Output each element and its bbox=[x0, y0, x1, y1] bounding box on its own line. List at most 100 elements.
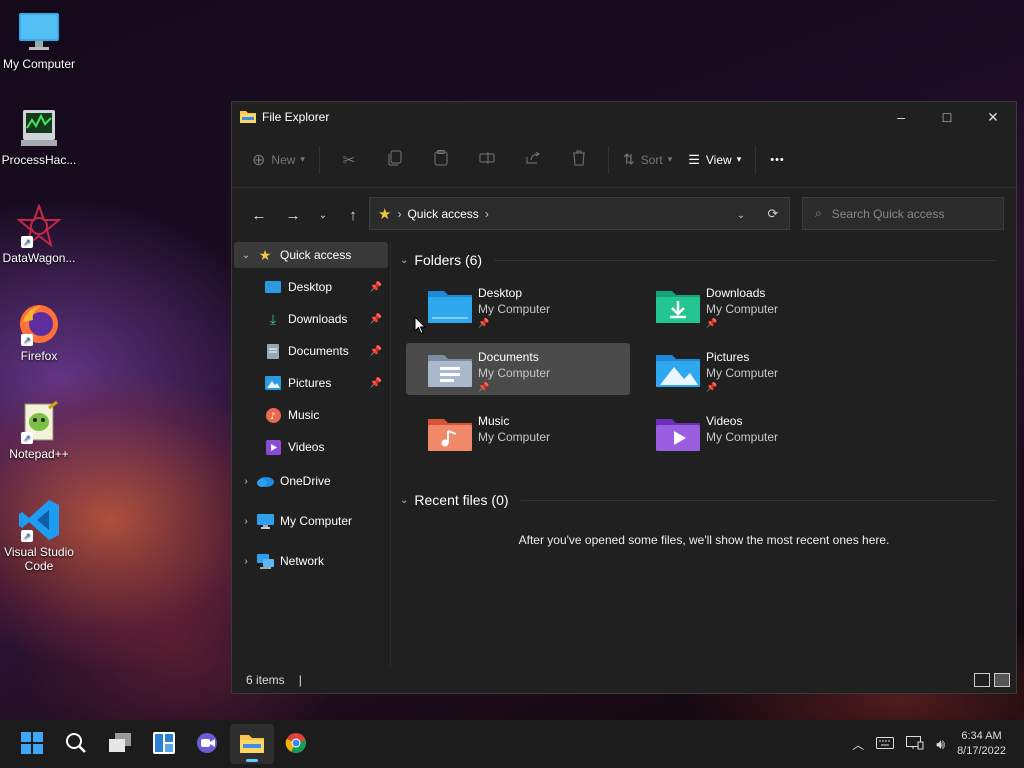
window-title: File Explorer bbox=[262, 110, 330, 124]
rename-icon bbox=[479, 151, 495, 168]
folder-tile-documents[interactable]: Documents My Computer 📌 bbox=[406, 343, 630, 395]
start-button[interactable] bbox=[10, 724, 54, 764]
chevron-right-icon[interactable]: › bbox=[236, 516, 256, 527]
recent-files-section-header[interactable]: ⌄ Recent files (0) bbox=[392, 487, 1016, 513]
rename-button[interactable] bbox=[464, 144, 510, 176]
chevron-down-icon[interactable]: ⌄ bbox=[236, 250, 256, 261]
ellipsis-icon: ••• bbox=[770, 153, 785, 166]
clock-date: 8/17/2022 bbox=[957, 745, 1006, 757]
folders-section-header[interactable]: ⌄ Folders (6) bbox=[392, 247, 1016, 273]
title-bar[interactable]: File Explorer – □ ✕ bbox=[232, 102, 1016, 132]
scissors-icon: ✂ bbox=[342, 151, 356, 169]
up-button[interactable]: ↑ bbox=[336, 200, 370, 230]
maximize-button[interactable]: □ bbox=[924, 102, 970, 132]
sort-button-label: Sort bbox=[640, 152, 663, 167]
sidebar-item-music[interactable]: ♪ Music bbox=[234, 402, 388, 428]
videos-icon bbox=[264, 439, 282, 455]
music-icon: ♪ bbox=[264, 407, 282, 423]
desktop-folder-icon bbox=[264, 279, 282, 295]
folder-tile-downloads[interactable]: Downloads My Computer 📌 bbox=[634, 279, 858, 331]
clipboard-icon bbox=[434, 150, 448, 169]
task-view-button[interactable] bbox=[98, 724, 142, 764]
chevron-down-icon[interactable]: ⌄ bbox=[400, 255, 408, 266]
sidebar-item-quick-access[interactable]: ⌄ ★ Quick access bbox=[234, 242, 388, 268]
process-hacker-icon bbox=[17, 106, 61, 150]
large-icons-view-button[interactable] bbox=[994, 673, 1010, 687]
desktop-icon-notepadpp[interactable]: ↗ Notepad++ bbox=[0, 400, 78, 461]
sidebar-item-onedrive[interactable]: › OneDrive bbox=[234, 468, 388, 494]
sidebar-item-my-computer[interactable]: › My Computer bbox=[234, 508, 388, 534]
toolbar-divider bbox=[607, 145, 609, 174]
folder-tile-videos[interactable]: Videos My Computer bbox=[634, 407, 858, 459]
share-button[interactable] bbox=[510, 144, 556, 176]
chevron-right-icon[interactable]: › bbox=[485, 207, 489, 221]
network-status-icon[interactable] bbox=[906, 735, 924, 753]
volume-icon[interactable]: 🔊︎ bbox=[936, 736, 945, 753]
chevron-right-icon[interactable]: › bbox=[236, 476, 256, 487]
copy-button[interactable] bbox=[372, 144, 418, 176]
pane-splitter[interactable] bbox=[390, 242, 391, 667]
paste-button[interactable] bbox=[418, 144, 464, 176]
sidebar-item-desktop[interactable]: Desktop 📌 bbox=[234, 274, 388, 300]
address-bar[interactable]: ★ › Quick access › ⌄ ⟳ bbox=[369, 197, 790, 230]
desktop-icon-vscode[interactable]: ↗ Visual Studio Code bbox=[0, 498, 78, 573]
chevron-right-icon[interactable]: › bbox=[236, 556, 256, 567]
chevron-down-icon: ▾ bbox=[667, 154, 673, 164]
sidebar-item-downloads[interactable]: ⤓ Downloads 📌 bbox=[234, 306, 388, 332]
folder-tile-desktop[interactable]: Desktop My Computer 📌 bbox=[406, 279, 630, 331]
folder-tile-pictures[interactable]: Pictures My Computer 📌 bbox=[634, 343, 858, 395]
folder-location: My Computer bbox=[706, 430, 779, 444]
keyboard-icon[interactable] bbox=[876, 736, 895, 752]
clock[interactable]: 6:34 AM 8/17/2022 bbox=[957, 729, 1006, 759]
cloud-icon bbox=[256, 473, 274, 489]
address-dropdown-button[interactable]: ⌄ bbox=[725, 206, 757, 222]
desktop-icon-label: My Computer bbox=[2, 57, 76, 71]
delete-button[interactable] bbox=[556, 144, 602, 176]
minimize-button[interactable]: – bbox=[878, 102, 924, 132]
folder-tile-music[interactable]: Music My Computer bbox=[406, 407, 630, 459]
desktop-icon-datawagon[interactable]: ↗ DataWagon... bbox=[0, 203, 78, 265]
view-button[interactable]: ☰ View ▾ bbox=[680, 144, 749, 176]
close-button[interactable]: ✕ bbox=[970, 102, 1016, 132]
chat-button[interactable] bbox=[186, 724, 230, 764]
desktop-icon-my-computer[interactable]: My Computer bbox=[0, 10, 78, 71]
search-button[interactable] bbox=[54, 724, 98, 764]
chevron-down-icon: ▾ bbox=[736, 154, 742, 164]
network-icon bbox=[256, 553, 274, 569]
section-divider bbox=[520, 499, 996, 501]
recent-locations-button[interactable]: ⌄ bbox=[310, 200, 336, 230]
chevron-down-icon[interactable]: ⌄ bbox=[400, 495, 408, 506]
refresh-button[interactable]: ⟳ bbox=[757, 206, 789, 222]
cut-button[interactable]: ✂ bbox=[326, 144, 372, 176]
chevron-down-icon: ⌄ bbox=[736, 209, 746, 221]
new-button[interactable]: ⊕ New ▾ bbox=[244, 144, 313, 176]
navigation-pane: ⌄ ★ Quick access Desktop 📌 ⤓ Downloads 📌… bbox=[232, 242, 390, 667]
sidebar-item-documents[interactable]: Documents 📌 bbox=[234, 338, 388, 364]
forward-button[interactable]: → bbox=[276, 200, 310, 230]
show-hidden-icons-button[interactable]: ︿ bbox=[852, 736, 864, 753]
widgets-button[interactable] bbox=[142, 724, 186, 764]
back-button[interactable]: ← bbox=[242, 200, 276, 230]
file-explorer-taskbar-button[interactable] bbox=[230, 724, 274, 764]
monitor-icon bbox=[17, 10, 61, 54]
videos-folder-icon bbox=[656, 415, 700, 451]
breadcrumb-quick-access[interactable]: Quick access bbox=[407, 207, 478, 221]
more-options-button[interactable]: ••• bbox=[762, 144, 793, 176]
star-icon: ★ bbox=[258, 246, 272, 263]
sidebar-item-pictures[interactable]: Pictures 📌 bbox=[234, 370, 388, 396]
desktop-icon-label: Notepad++ bbox=[9, 447, 69, 461]
view-list-icon: ☰ bbox=[688, 151, 700, 167]
shortcut-arrow-icon: ↗ bbox=[21, 236, 33, 248]
sidebar-item-label: Network bbox=[280, 554, 325, 568]
content-pane: ⌄ Folders (6) Desktop My Computer 📌 Downlo… bbox=[392, 242, 1016, 667]
desktop-icon-firefox[interactable]: ↗ Firefox bbox=[0, 302, 78, 363]
sort-button[interactable]: ⇅ Sort ▾ bbox=[615, 144, 680, 176]
details-view-button[interactable] bbox=[974, 673, 990, 687]
search-input[interactable]: ⌕ Search Quick access bbox=[802, 197, 1004, 230]
sidebar-item-videos[interactable]: Videos bbox=[234, 434, 388, 460]
sidebar-item-network[interactable]: › Network bbox=[234, 548, 388, 574]
folder-location: My Computer bbox=[478, 366, 551, 380]
view-button-label: View bbox=[705, 152, 732, 167]
desktop-icon-processhacker[interactable]: ProcessHac... bbox=[0, 106, 78, 167]
chrome-taskbar-button[interactable] bbox=[274, 724, 318, 764]
